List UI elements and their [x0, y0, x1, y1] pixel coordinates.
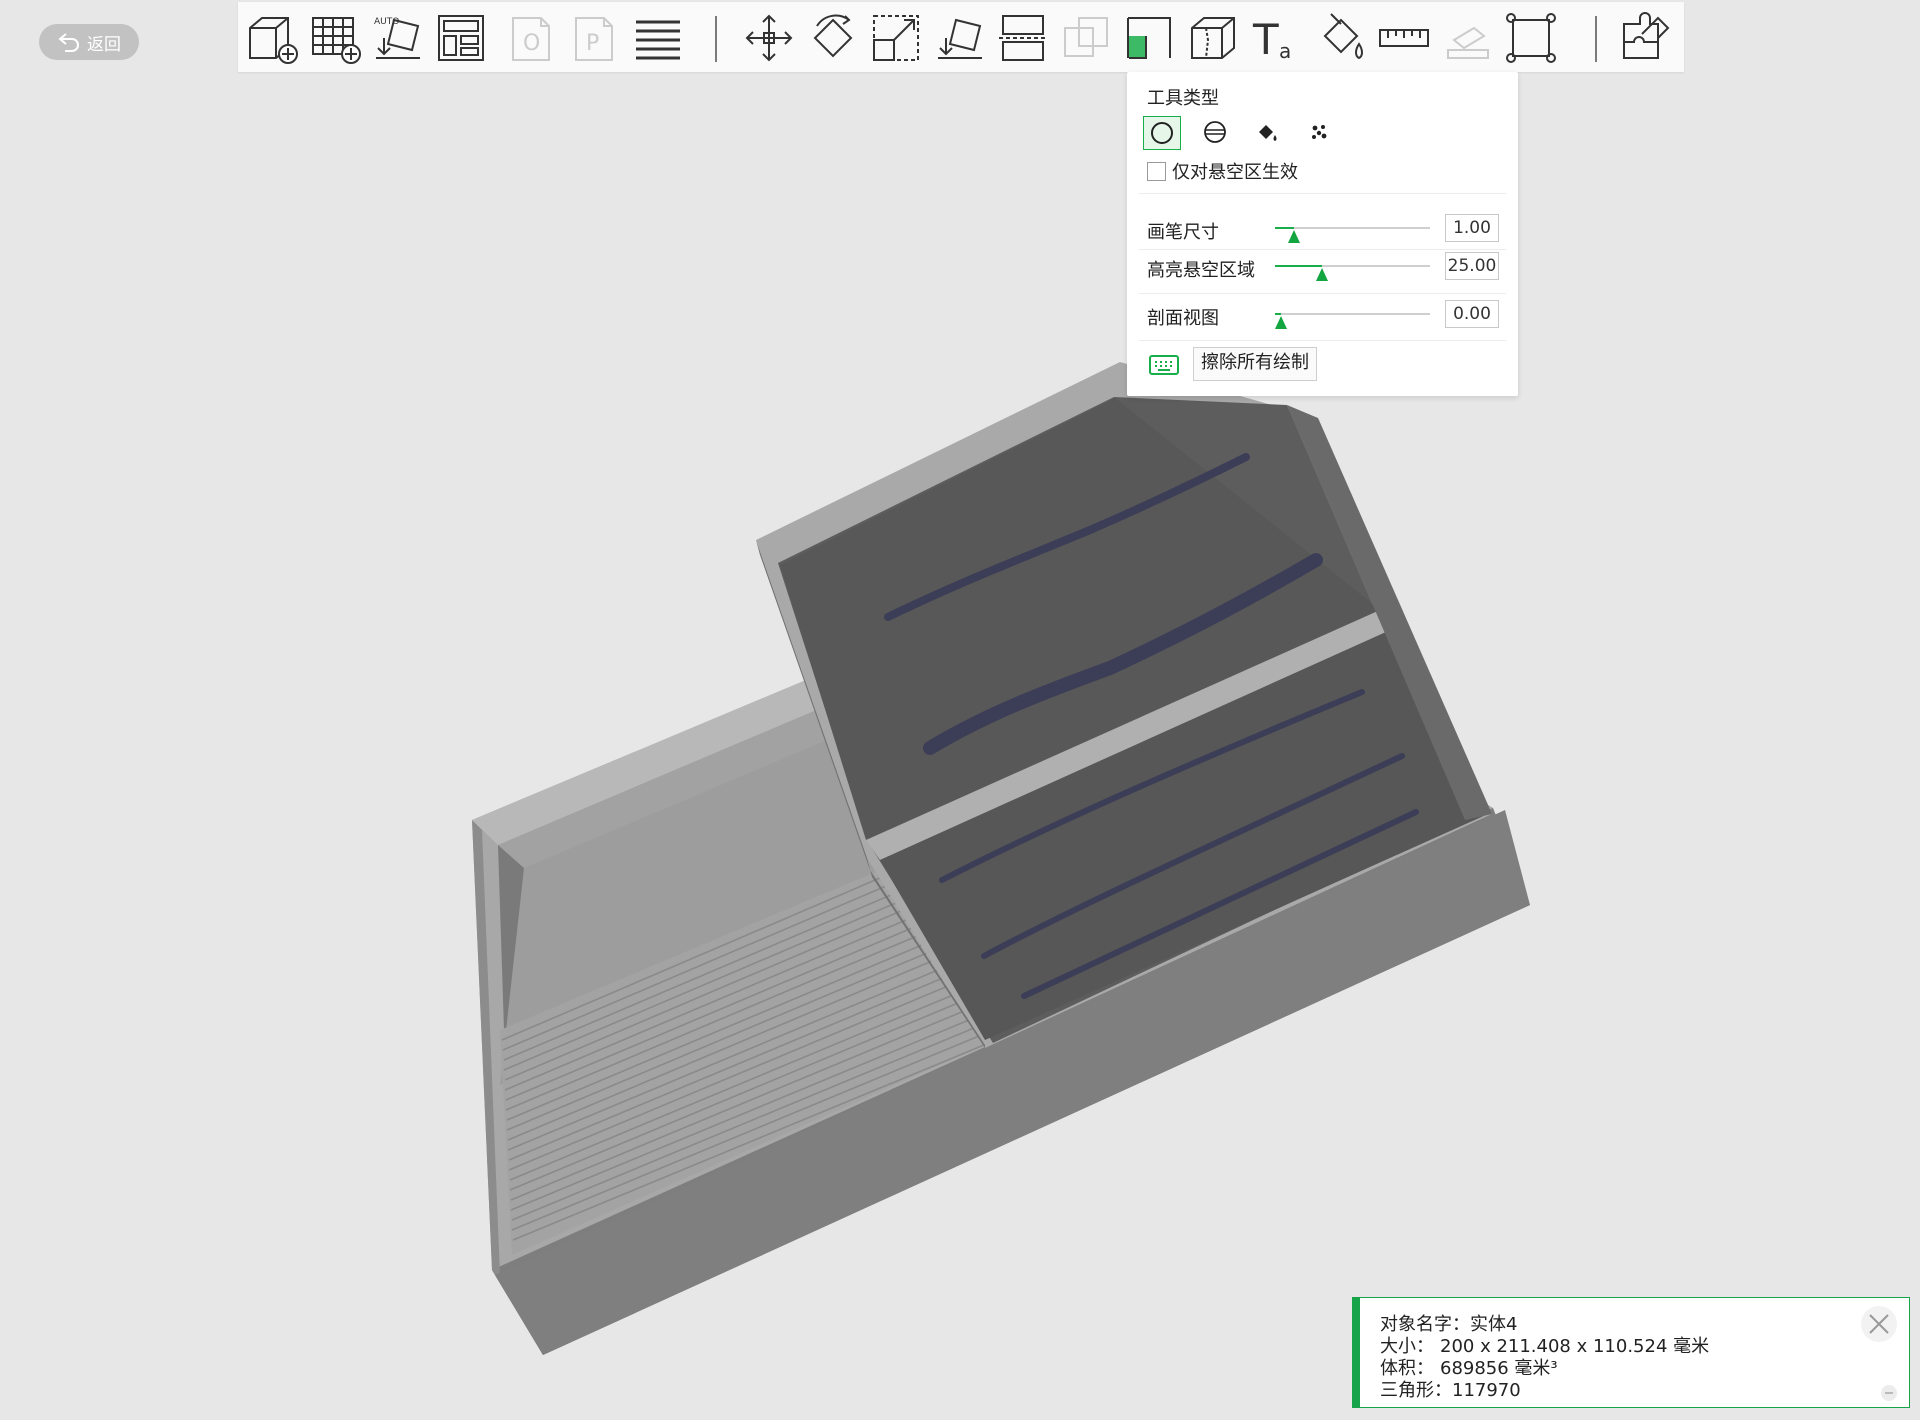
section-view-label: 剖面视图: [1147, 308, 1219, 329]
color-paint-icon: [1323, 13, 1363, 60]
divider: [1139, 249, 1506, 250]
plate-o-icon: O: [512, 17, 550, 61]
measure-button[interactable]: [1376, 10, 1432, 66]
lay-on-face-icon: [938, 18, 982, 59]
add-grid-button[interactable]: [307, 10, 363, 66]
plate-p-icon: P: [575, 17, 613, 61]
scale-button[interactable]: [868, 10, 924, 66]
seam-paint-button[interactable]: [1186, 10, 1242, 66]
back-button[interactable]: 返回: [39, 24, 139, 60]
circle-brush-icon: [1151, 122, 1173, 144]
object-triangles-row: 三角形：117970: [1380, 1376, 1521, 1402]
close-icon: [1869, 1314, 1889, 1334]
lay-on-face-button[interactable]: [932, 10, 988, 66]
tool-type-title: 工具类型: [1147, 88, 1219, 109]
auto-place-icon: AUTO: [374, 17, 420, 59]
move-button[interactable]: [741, 10, 797, 66]
move-icon: [745, 14, 793, 62]
minimize-info-button[interactable]: [1881, 1385, 1897, 1401]
object-triangles-label: 三角形：: [1380, 1380, 1452, 1401]
circle-brush-button[interactable]: [1143, 116, 1181, 150]
brush-size-input[interactable]: 1.00: [1445, 214, 1499, 242]
highlight-overhang-label: 高亮悬空区域: [1147, 260, 1255, 281]
rotate-icon: [813, 14, 853, 58]
plate-o-button[interactable]: O: [503, 10, 559, 66]
main-toolbar: AUTO O P T a: [238, 2, 1684, 72]
divider: [1139, 293, 1506, 294]
assemble-button[interactable]: [1440, 10, 1496, 66]
support-paint-button[interactable]: [1122, 10, 1178, 66]
slider-track: [1275, 227, 1430, 229]
split-parts-button[interactable]: [1618, 10, 1674, 66]
object-info-panel: 对象名字：实体4 大小： 200 x 211.408 x 110.524 毫米 体…: [1352, 1297, 1910, 1408]
split-parts-icon: [1623, 12, 1670, 59]
erase-all-button[interactable]: 擦除所有绘制: [1193, 347, 1317, 381]
text-icon: T a: [1252, 15, 1291, 64]
arrange-layout-button[interactable]: [433, 10, 489, 66]
toolbar-separator: [1595, 16, 1597, 62]
arrange-layout-icon: [438, 15, 484, 61]
highlight-overhang-input[interactable]: 25.00: [1445, 252, 1499, 280]
slider-thumb[interactable]: [1275, 316, 1287, 329]
fit-view-button[interactable]: [1503, 10, 1559, 66]
overhang-only-label: 仅对悬空区生效: [1172, 162, 1298, 183]
support-paint-icon: [1127, 17, 1171, 59]
gap-fill-icon: [1312, 125, 1327, 139]
text-button[interactable]: T a: [1249, 10, 1305, 66]
fill-bucket-icon: [1259, 125, 1277, 141]
model-render[interactable]: [0, 0, 1920, 1416]
scale-icon: [873, 15, 919, 61]
svg-text:AUTO: AUTO: [374, 17, 399, 27]
boolean-button[interactable]: [1059, 10, 1115, 66]
toolbar-separator: [715, 16, 717, 62]
slider-fill: [1275, 265, 1322, 267]
rotate-button[interactable]: [805, 10, 861, 66]
assemble-icon: [1447, 26, 1489, 59]
section-view-input[interactable]: 0.00: [1445, 300, 1499, 328]
add-box-icon: [249, 17, 298, 64]
svg-text:P: P: [586, 31, 599, 56]
plate-p-button[interactable]: P: [566, 10, 622, 66]
boolean-icon: [1064, 17, 1108, 57]
svg-text:O: O: [523, 31, 540, 56]
undo-arrow-icon: [58, 33, 79, 52]
sphere-brush-button[interactable]: [1197, 116, 1233, 148]
color-paint-button[interactable]: [1313, 10, 1369, 66]
support-paint-panel: 工具类型 仅对悬空区生效 画笔尺寸 1.00 高亮悬空区域 25.00 剖面视图…: [1127, 72, 1518, 396]
slider-fill: [1275, 313, 1281, 315]
measure-icon: [1379, 29, 1429, 47]
svg-text:T: T: [1252, 15, 1279, 64]
slider-fill: [1275, 227, 1294, 229]
slider-track: [1275, 313, 1430, 315]
object-triangles-value: 117970: [1452, 1380, 1521, 1401]
section-view-slider[interactable]: [1275, 304, 1430, 329]
seam-paint-icon: [1191, 17, 1235, 59]
cut-button[interactable]: [995, 10, 1051, 66]
close-info-button[interactable]: [1861, 1306, 1897, 1342]
auto-place-button[interactable]: AUTO: [370, 10, 426, 66]
sphere-brush-icon: [1204, 121, 1226, 143]
divider: [1139, 193, 1506, 194]
highlight-overhang-slider[interactable]: [1275, 256, 1430, 281]
overhang-only-option[interactable]: 仅对悬空区生效: [1147, 158, 1298, 184]
slider-thumb[interactable]: [1288, 230, 1300, 243]
layers-button[interactable]: [630, 10, 686, 66]
fill-bucket-button[interactable]: [1249, 116, 1285, 148]
layers-icon: [636, 20, 680, 60]
overhang-only-checkbox[interactable]: [1147, 161, 1166, 181]
add-grid-icon: [312, 17, 361, 64]
3d-viewport[interactable]: [0, 0, 1920, 1416]
brush-size-label: 画笔尺寸: [1147, 222, 1219, 243]
minimize-icon: [1885, 1392, 1893, 1394]
svg-text:a: a: [1279, 39, 1291, 63]
divider: [1139, 340, 1506, 341]
slider-thumb[interactable]: [1316, 268, 1328, 281]
brush-size-slider[interactable]: [1275, 218, 1430, 243]
cut-icon: [999, 15, 1047, 61]
keyboard-icon[interactable]: [1149, 354, 1179, 376]
back-button-label: 返回: [87, 34, 121, 55]
add-box-button[interactable]: [244, 10, 300, 66]
gap-fill-button[interactable]: [1301, 116, 1337, 148]
fit-view-icon: [1506, 13, 1556, 63]
